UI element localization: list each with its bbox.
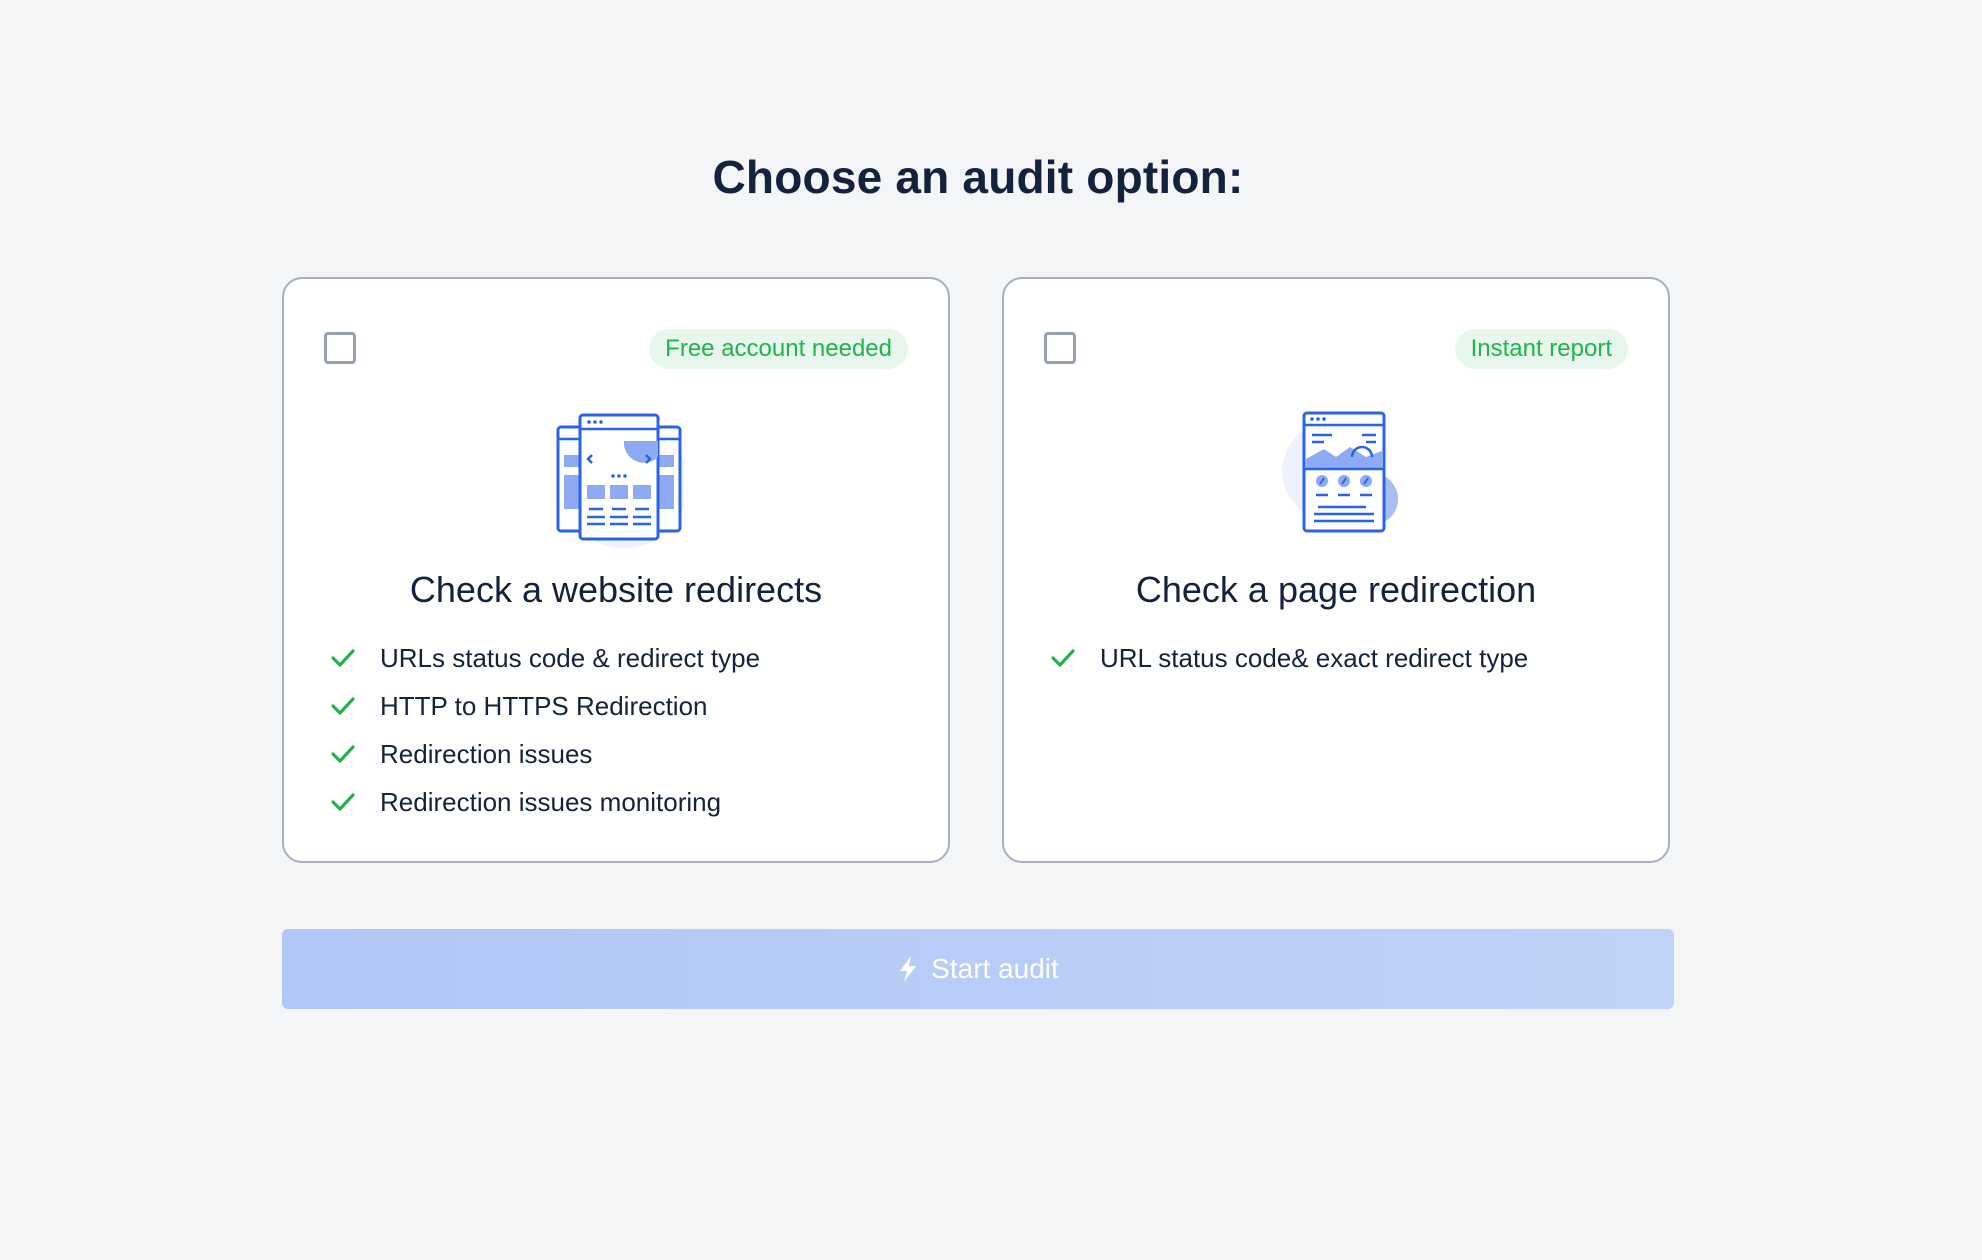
checkmark-icon	[331, 745, 355, 763]
list-item: Redirection issues monitoring	[330, 778, 760, 826]
option-title: Check a website redirects	[409, 569, 823, 610]
website-pages-icon	[556, 413, 684, 548]
list-item: URLs status code & redirect type	[330, 634, 760, 682]
lightning-icon	[900, 956, 917, 982]
option-checkbox-website[interactable]	[324, 332, 356, 364]
feature-text: Redirection issues	[380, 738, 593, 769]
checkmark-icon	[331, 697, 355, 715]
feature-list: URLs status code & redirect type HTTP to…	[330, 634, 760, 826]
list-item: Redirection issues	[330, 730, 760, 778]
start-audit-button[interactable]: Start audit	[282, 929, 1674, 1009]
checkmark-icon	[331, 649, 355, 667]
option-card-website[interactable]: Free account needed Check a website redi…	[282, 277, 950, 863]
status-badge: Instant report	[1454, 329, 1628, 369]
start-audit-label: Start audit	[931, 953, 1059, 984]
feature-text: Redirection issues monitoring	[380, 786, 722, 817]
checkmark-icon	[1051, 649, 1075, 667]
list-item: HTTP to HTTPS Redirection	[330, 682, 760, 730]
feature-text: URL status code& exact redirect type	[1100, 642, 1529, 673]
feature-text: HTTP to HTTPS Redirection	[380, 690, 708, 721]
option-card-page[interactable]: Instant report Check a page redirection …	[1002, 277, 1670, 863]
checkmark-icon	[331, 793, 355, 811]
audit-options: Free account needed Check a website redi…	[282, 277, 1674, 865]
option-title: Check a page redirection	[1135, 569, 1537, 610]
single-page-icon	[1282, 411, 1398, 533]
list-item: URL status code& exact redirect type	[1050, 634, 1528, 682]
option-checkbox-page[interactable]	[1044, 332, 1076, 364]
status-badge: Free account needed	[649, 329, 908, 369]
feature-text: URLs status code & redirect type	[380, 642, 761, 673]
page-title: Choose an audit option:	[712, 151, 1244, 203]
feature-list: URL status code& exact redirect type	[1050, 634, 1528, 682]
